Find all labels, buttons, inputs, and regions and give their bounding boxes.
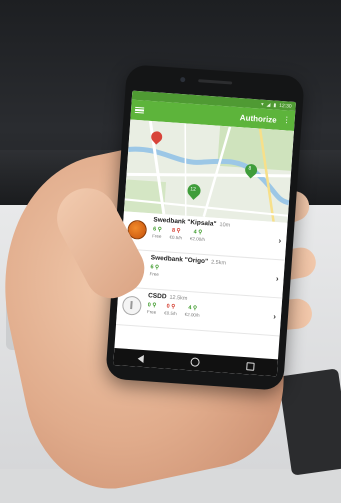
ebike-icon: ⚲ <box>197 229 203 236</box>
stat-caption: Free <box>149 271 160 277</box>
phone-screen: ▾ ◢ ▮ 12:30 Authorize ⋮ 8 12 Swedbank "K… <box>113 90 296 377</box>
stat-caption: Free <box>152 233 162 239</box>
earpiece-speaker <box>198 79 233 85</box>
map-marker-count: 12 <box>190 186 197 193</box>
stat-value: 0 <box>147 302 152 309</box>
stat-caption: €0.5/h <box>164 310 177 317</box>
hamburger-menu-icon[interactable] <box>134 106 145 114</box>
station-distance: 10m <box>219 222 231 229</box>
stat-value: 6 <box>152 226 157 233</box>
stat-value: 4 <box>188 305 192 312</box>
android-nav-bar <box>113 347 278 377</box>
phone: ▾ ◢ ▮ 12:30 Authorize ⋮ 8 12 Swedbank "K… <box>105 64 305 391</box>
home-icon[interactable] <box>189 357 200 367</box>
stat-caption: €0.5/h <box>169 234 183 241</box>
station-distance: 2.5km <box>210 259 227 267</box>
stat-caption: €2.00/h <box>184 311 200 318</box>
bike-icon: ⚲ <box>170 303 176 311</box>
stat-value: 8 <box>171 227 176 234</box>
map-view[interactable]: 8 12 <box>123 119 294 223</box>
map-marker-count: 8 <box>248 165 252 172</box>
stat-caption: Free <box>146 309 157 315</box>
back-icon[interactable] <box>136 354 144 363</box>
bike-icon: ⚲ <box>154 264 160 271</box>
front-camera <box>180 76 186 83</box>
signal-icon: ◢ <box>266 101 271 108</box>
stat-caption: €2.00/h <box>189 235 206 243</box>
authorize-button[interactable]: Authorize <box>240 113 277 125</box>
wifi-icon: ▾ <box>260 101 264 108</box>
status-time: 12:30 <box>278 102 292 110</box>
stat-value: 6 <box>150 264 154 271</box>
battery-icon: ▮ <box>273 101 277 109</box>
recent-apps-icon[interactable] <box>245 361 255 371</box>
station-disabled-icon <box>121 295 143 316</box>
stat-free: 6 ⚲ Free <box>149 264 159 277</box>
bike-icon: ⚲ <box>152 302 157 309</box>
station-name: Swedbank "Origo" <box>150 254 209 266</box>
ebike-icon: ⚲ <box>192 305 198 312</box>
stat-free: 0 ⚲ Free <box>147 302 157 315</box>
stat-electric: 4 ⚲ €2.00/h <box>190 229 206 242</box>
more-options-icon[interactable]: ⋮ <box>282 115 291 125</box>
stat-value: 0 <box>166 303 170 310</box>
stat-free: 6 ⚲ Free <box>152 226 162 239</box>
station-name: CSDD <box>147 292 167 301</box>
station-distance: 12.5km <box>169 294 188 302</box>
stat-paid: 0 ⚲ €0.5/h <box>164 303 177 317</box>
stat-paid: 8 ⚲ €0.5/h <box>169 228 182 241</box>
bike-icon: ⚲ <box>157 226 162 233</box>
map-canvas <box>123 119 294 223</box>
stat-electric: 4 ⚲ €2.00/h <box>185 305 201 318</box>
stat-value: 4 <box>193 229 197 236</box>
bike-icon: ⚲ <box>176 228 181 235</box>
